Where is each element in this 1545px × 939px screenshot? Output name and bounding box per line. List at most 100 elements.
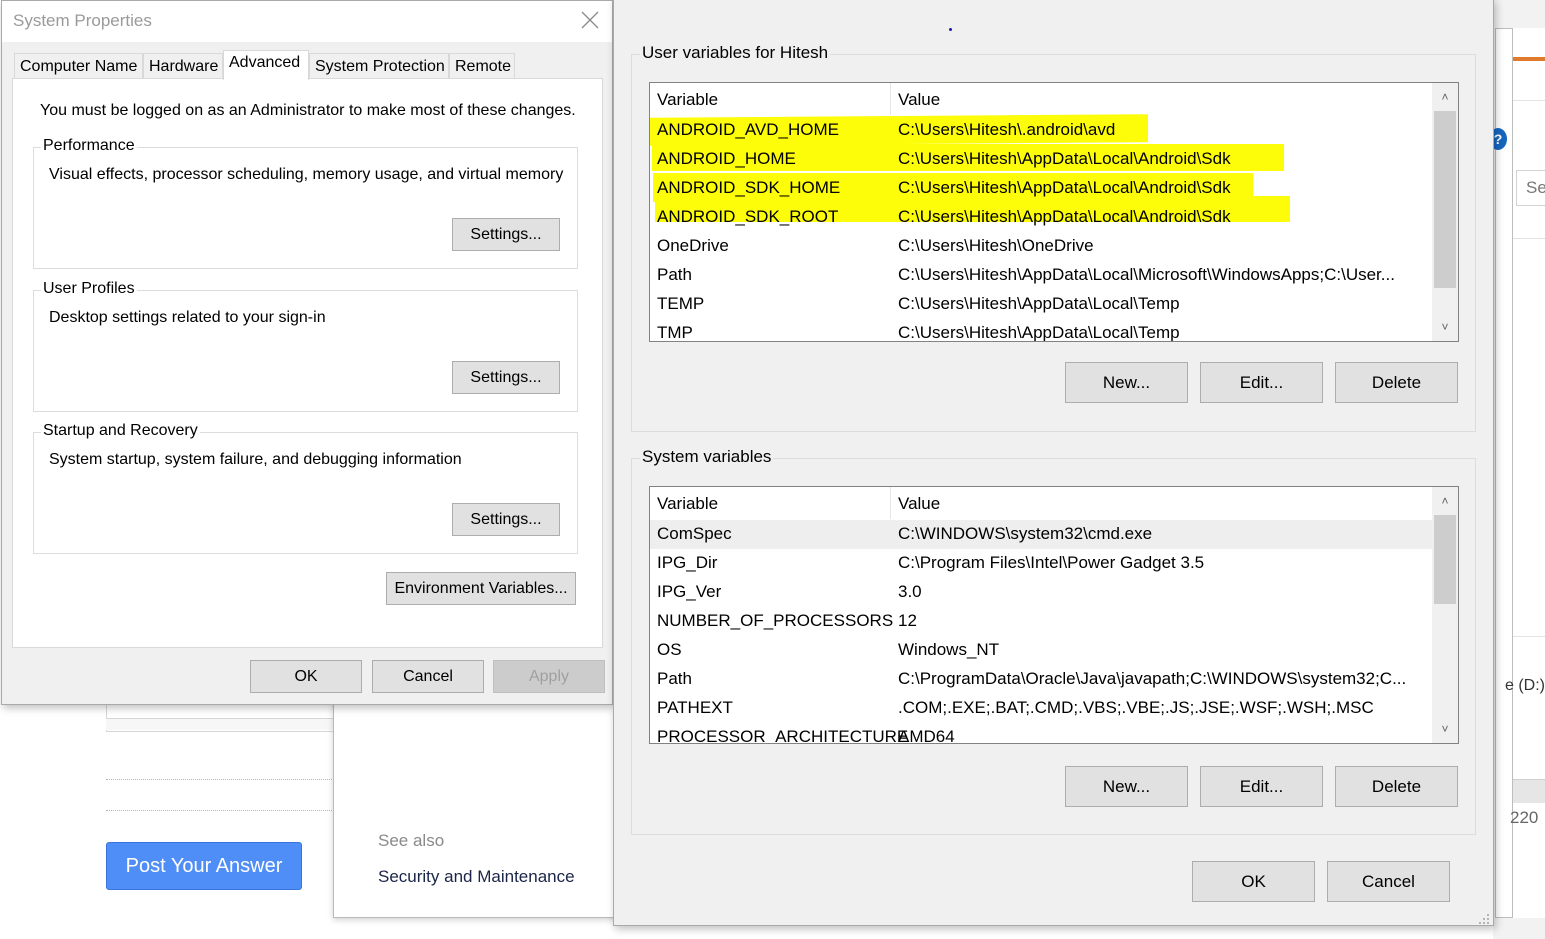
user-profiles-description: Desktop settings related to your sign-in	[49, 309, 326, 326]
variable-row[interactable]: PATHEXT .COM;.EXE;.BAT;.CMD;.VBS;.VBE;.JS…	[650, 694, 1432, 723]
variable-row[interactable]: ComSpec C:\WINDOWS\system32\cmd.exe	[650, 520, 1432, 549]
user-variables-list[interactable]: Variable Value ANDROID_AVD_HOME C:\Users\…	[649, 82, 1459, 342]
answer-preview-edge	[106, 718, 336, 730]
variable-value: C:\Users\Hitesh\OneDrive	[898, 236, 1094, 255]
variable-row[interactable]: IPG_Dir C:\Program Files\Intel\Power Gadg…	[650, 549, 1432, 578]
variable-value: C:\ProgramData\Oracle\Java\javapath;C:\W…	[898, 669, 1407, 688]
variable-row[interactable]: OneDrive C:\Users\Hitesh\OneDrive	[650, 232, 1432, 261]
user-profiles-group: User Profiles Desktop settings related t…	[33, 280, 578, 412]
system-delete-button[interactable]: Delete	[1335, 766, 1458, 807]
admin-note: You must be logged on as an Administrato…	[40, 102, 576, 119]
variable-value: C:\WINDOWS\system32\cmd.exe	[898, 524, 1153, 543]
variable-row[interactable]: Path C:\Users\Hitesh\AppData\Local\Micros…	[650, 261, 1432, 290]
system-edit-button[interactable]: Edit...	[1200, 766, 1323, 807]
user-new-button[interactable]: New...	[1065, 362, 1188, 403]
ok-button[interactable]: OK	[1192, 861, 1315, 902]
variable-value: AMD64	[898, 727, 955, 744]
variable-row[interactable]: ANDROID_SDK_ROOT C:\Users\Hitesh\AppData\…	[650, 203, 1432, 232]
variable-value: C:\Users\Hitesh\AppData\Local\Microsoft\…	[898, 265, 1395, 284]
scroll-thumb[interactable]	[1434, 515, 1456, 604]
performance-description: Visual effects, processor scheduling, me…	[49, 166, 564, 183]
variable-name: ANDROID_AVD_HOME	[657, 120, 839, 139]
variable-value: C:\Program Files\Intel\Power Gadget 3.5	[898, 553, 1205, 572]
tab-computer-name[interactable]: Computer Name	[14, 53, 143, 79]
cancel-button[interactable]: Cancel	[1327, 861, 1450, 902]
performance-settings-button[interactable]: Settings...	[452, 218, 560, 251]
cursor-dot	[949, 28, 952, 31]
variable-row[interactable]: OS Windows_NT	[650, 636, 1432, 665]
startup-recovery-label: Startup and Recovery	[41, 422, 200, 440]
variable-name: OS	[657, 640, 682, 659]
divider	[1513, 636, 1545, 637]
variable-value: C:\Users\Hitesh\AppData\Local\Android\Sd…	[898, 207, 1231, 226]
variable-value: .COM;.EXE;.BAT;.CMD;.VBS;.VBE;.JS;.JSE;.…	[898, 698, 1374, 717]
variable-name: IPG_Ver	[657, 582, 722, 601]
environment-variables-button[interactable]: Environment Variables...	[386, 572, 576, 605]
startup-recovery-settings-button[interactable]: Settings...	[452, 503, 560, 536]
variable-name: ANDROID_HOME	[657, 149, 796, 168]
variable-name: ANDROID_SDK_ROOT	[657, 207, 839, 226]
column-header-value[interactable]: Value	[891, 83, 1431, 115]
right-gray-bar	[1513, 779, 1545, 803]
tab-system-protection[interactable]: System Protection	[309, 53, 449, 79]
tab-remote[interactable]: Remote	[449, 53, 515, 79]
post-your-answer-button[interactable]: Post Your Answer	[106, 842, 302, 890]
variable-row[interactable]: ANDROID_HOME C:\Users\Hitesh\AppData\Loca…	[650, 145, 1432, 174]
resize-grip-icon[interactable]	[1479, 911, 1489, 924]
scroll-down-icon[interactable]: ˅	[1432, 717, 1458, 741]
variable-name: ComSpec	[657, 524, 732, 543]
variable-row[interactable]: TEMP C:\Users\Hitesh\AppData\Local\Temp	[650, 290, 1432, 319]
divider	[1513, 100, 1545, 101]
scroll-down-icon[interactable]: ˅	[1432, 315, 1458, 339]
security-maintenance-link[interactable]: Security and Maintenance	[378, 867, 575, 887]
variable-name: PATHEXT	[657, 698, 733, 717]
variable-row[interactable]: Path C:\ProgramData\Oracle\Java\javapath;…	[650, 665, 1432, 694]
ok-button[interactable]: OK	[250, 660, 362, 693]
variable-name: OneDrive	[657, 236, 729, 255]
scroll-up-icon[interactable]: ˄	[1432, 489, 1458, 513]
variable-name: Path	[657, 669, 692, 688]
system-variables-group: System variables Variable Value ComSpec C…	[631, 447, 1476, 835]
variable-value: C:\Users\Hitesh\AppData\Local\Android\Sd…	[898, 149, 1231, 168]
performance-group: Performance Visual effects, processor sc…	[33, 137, 578, 269]
variable-row[interactable]: ANDROID_AVD_HOME C:\Users\Hitesh\.android…	[650, 116, 1432, 145]
right-search-input[interactable]: Se	[1516, 170, 1545, 206]
variable-row[interactable]: TMP C:\Users\Hitesh\AppData\Local\Temp	[650, 319, 1432, 341]
title-bar[interactable]: System Properties	[2, 1, 612, 42]
column-header-variable[interactable]: Variable	[650, 83, 891, 115]
divider	[1513, 238, 1545, 239]
system-properties-dialog: System Properties Computer Name Hardware…	[1, 0, 613, 705]
scroll-thumb[interactable]	[1434, 111, 1456, 288]
variable-value: 3.0	[898, 582, 922, 601]
variable-row[interactable]: PROCESSOR_ARCHITECTURE AMD64	[650, 723, 1432, 744]
variable-name: NUMBER_OF_PROCESSORS	[657, 611, 894, 630]
user-edit-button[interactable]: Edit...	[1200, 362, 1323, 403]
user-variables-label: User variables for Hitesh	[640, 43, 831, 63]
user-variables-group: User variables for Hitesh Variable Value…	[631, 43, 1476, 432]
tab-advanced[interactable]: Advanced	[223, 50, 309, 80]
scroll-up-icon[interactable]: ˄	[1432, 85, 1458, 109]
variable-row[interactable]: ANDROID_SDK_HOME C:\Users\Hitesh\AppData\…	[650, 174, 1432, 203]
user-delete-button[interactable]: Delete	[1335, 362, 1458, 403]
drive-label: e (D:)	[1505, 677, 1545, 694]
variable-name: ANDROID_SDK_HOME	[657, 178, 841, 197]
list-header: Variable Value	[650, 487, 1432, 519]
orange-accent-bar	[1513, 57, 1545, 61]
system-list-scrollbar[interactable]: ˄ ˅	[1432, 487, 1458, 743]
dotted-divider	[106, 779, 336, 780]
user-profiles-label: User Profiles	[41, 280, 137, 298]
user-list-scrollbar[interactable]: ˄ ˅	[1432, 83, 1458, 341]
variable-row[interactable]: IPG_Ver 3.0	[650, 578, 1432, 607]
variable-row[interactable]: NUMBER_OF_PROCESSORS 12	[650, 607, 1432, 636]
close-icon[interactable]	[580, 9, 600, 31]
column-header-variable[interactable]: Variable	[650, 487, 891, 519]
system-variables-label: System variables	[640, 447, 774, 467]
system-variables-list[interactable]: Variable Value ComSpec C:\WINDOWS\system3…	[649, 486, 1459, 744]
apply-button[interactable]: Apply	[493, 660, 605, 693]
tab-hardware[interactable]: Hardware	[143, 53, 223, 79]
cancel-button[interactable]: Cancel	[372, 660, 484, 693]
user-profiles-settings-button[interactable]: Settings...	[452, 361, 560, 394]
column-header-value[interactable]: Value	[891, 487, 1431, 519]
variable-name: IPG_Dir	[657, 553, 718, 572]
system-new-button[interactable]: New...	[1065, 766, 1188, 807]
